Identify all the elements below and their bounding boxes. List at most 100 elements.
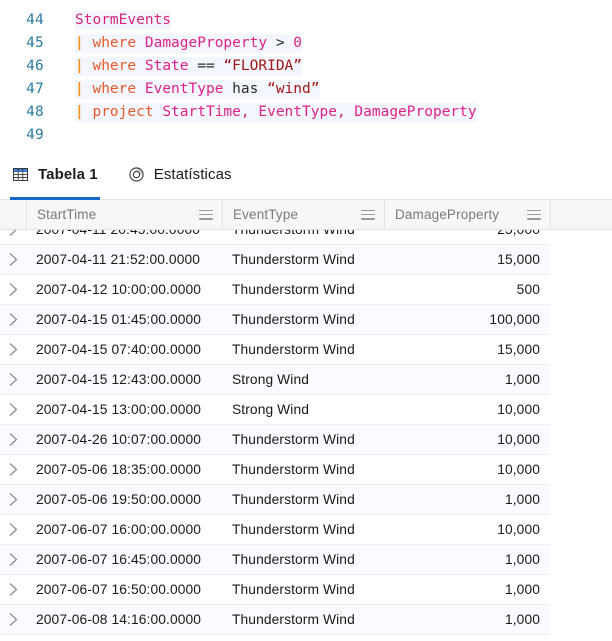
table-row[interactable]: 2007-04-11 20:45:00.0000Thunderstorm Win…	[0, 230, 550, 245]
code-token: where	[92, 58, 137, 74]
chevron-right-icon[interactable]	[0, 252, 26, 267]
chevron-right-icon[interactable]	[0, 552, 26, 567]
cell-eventtype: Thunderstorm Wind	[232, 582, 355, 597]
cell-damageproperty: 10,000	[497, 432, 540, 447]
results-tab-bar: Tabela 1 Estatísticas	[0, 150, 612, 200]
cell-damageproperty: 25,000	[384, 230, 550, 237]
grid-header-filler	[550, 200, 612, 230]
cell-eventtype: Thunderstorm Wind	[232, 552, 355, 567]
column-menu-icon[interactable]	[199, 209, 213, 221]
tab-label: Estatísticas	[153, 166, 232, 183]
chevron-right-icon[interactable]	[0, 582, 26, 597]
table-row[interactable]: 2007-05-06 19:50:00.0000 Thunderstorm Win…	[0, 485, 550, 515]
cell-eventtype: Thunderstorm Wind	[232, 492, 355, 507]
chevron-right-icon[interactable]	[0, 402, 26, 417]
cell-starttime: 2007-04-15 13:00:00.0000	[36, 402, 202, 417]
column-header-starttime[interactable]: StartTime	[26, 200, 222, 230]
cell-starttime: 2007-06-07 16:50:00.0000	[36, 582, 202, 597]
code-token: EventType	[144, 81, 224, 97]
table-row[interactable]: 2007-05-06 18:35:00.0000 Thunderstorm Win…	[0, 455, 550, 485]
table-row[interactable]: 2007-04-11 21:52:00.0000 Thunderstorm Win…	[0, 245, 550, 275]
cell-starttime: 2007-04-11 21:52:00.0000	[36, 252, 201, 267]
code-token: where	[92, 35, 137, 51]
cell-damageproperty: 15,000	[497, 252, 540, 267]
cell-starttime: 2007-04-15 07:40:00.0000	[36, 342, 202, 357]
cell-starttime: 2007-04-11 20:45:00.0000	[26, 230, 222, 237]
column-header-label: DamageProperty	[395, 207, 500, 222]
code-line[interactable]: 47 | where EventType has “wind”	[0, 78, 612, 101]
code-line[interactable]: 46 | where State == “FLORIDA”	[0, 55, 612, 78]
tab-estatisticas[interactable]: Estatísticas	[126, 150, 234, 200]
tab-tabela-1[interactable]: Tabela 1	[10, 150, 100, 200]
code-token: 0	[293, 35, 303, 51]
cell-damageproperty: 1,000	[504, 612, 540, 627]
code-token: |	[75, 58, 93, 74]
line-number: 46	[26, 58, 44, 74]
table-row[interactable]: 2007-04-12 10:00:00.0000 Thunderstorm Win…	[0, 275, 550, 305]
line-number: 48	[26, 104, 44, 120]
table-row[interactable]: 2007-04-15 12:43:00.0000 Strong Wind 1,000	[0, 365, 550, 395]
code-lines: 43 44 StormEvents 45 | where DamageProperty …	[0, 0, 612, 147]
cell-damageproperty: 10,000	[497, 522, 540, 537]
code-highlight: StormEvents	[75, 11, 172, 30]
cell-damageproperty: 15,000	[497, 342, 540, 357]
cell-damageproperty: 10,000	[497, 402, 540, 417]
table-row[interactable]: 2007-04-26 10:07:00.0000 Thunderstorm Win…	[0, 425, 550, 455]
cell-eventtype: Thunderstorm Wind	[232, 462, 355, 477]
code-token: |	[75, 81, 93, 97]
cell-eventtype: Thunderstorm Wind	[232, 312, 355, 327]
code-token: >	[275, 35, 285, 51]
cell-damageproperty: 1,000	[504, 492, 540, 507]
chevron-right-icon[interactable]	[0, 230, 26, 237]
table-row[interactable]: 2007-06-08 14:16:00.0000 Thunderstorm Win…	[0, 605, 550, 635]
code-line-text: | where EventType has “wind”	[56, 78, 612, 101]
chevron-right-icon[interactable]	[0, 612, 26, 627]
code-line[interactable]: 45 | where DamageProperty > 0	[0, 32, 612, 55]
cell-damageproperty: 1,000	[504, 372, 540, 387]
table-icon	[12, 166, 29, 183]
code-line-text: | where DamageProperty > 0	[56, 32, 612, 55]
code-line[interactable]: 48 | project StartTime, EventType, Damage…	[0, 101, 612, 124]
cell-eventtype: Strong Wind	[232, 402, 310, 417]
table-row[interactable]: 2007-04-15 07:40:00.0000 Thunderstorm Win…	[0, 335, 550, 365]
table-row[interactable]: 2007-06-07 16:00:00.0000 Thunderstorm Win…	[0, 515, 550, 545]
column-menu-icon[interactable]	[527, 209, 541, 221]
chevron-right-icon[interactable]	[0, 372, 26, 387]
chevron-right-icon[interactable]	[0, 522, 26, 537]
column-header-eventtype[interactable]: EventType	[222, 200, 384, 230]
code-token: State	[144, 58, 189, 74]
column-menu-icon[interactable]	[361, 209, 375, 221]
chevron-right-icon[interactable]	[0, 342, 26, 357]
line-number: 45	[26, 35, 44, 51]
column-header-damageproperty[interactable]: DamageProperty	[384, 200, 550, 230]
code-line[interactable]: 49	[0, 124, 612, 147]
table-row[interactable]: 2007-04-15 01:45:00.0000 Thunderstorm Win…	[0, 305, 550, 335]
column-header-label: EventType	[233, 207, 299, 222]
code-highlight: | where State == “FLORIDA”	[75, 57, 303, 76]
cell-eventtype: Thunderstorm Wind	[232, 282, 355, 297]
query-results-screen: 43 44 StormEvents 45 | where DamageProperty …	[0, 0, 612, 641]
chevron-right-icon[interactable]	[0, 282, 26, 297]
table-row[interactable]: 2007-06-07 16:45:00.0000 Thunderstorm Win…	[0, 545, 550, 575]
donut-chart-icon	[128, 166, 145, 183]
column-header-label: StartTime	[37, 207, 97, 222]
code-token: where	[92, 81, 137, 97]
kql-code-editor[interactable]: 43 44 StormEvents 45 | where DamageProperty …	[0, 0, 612, 150]
chevron-right-icon[interactable]	[0, 462, 26, 477]
chevron-right-icon[interactable]	[0, 432, 26, 447]
grid-rows-viewport[interactable]: 2007-04-11 20:45:00.0000 Thunderstorm Win…	[0, 230, 612, 641]
code-line[interactable]: 44 StormEvents	[0, 9, 612, 32]
table-row[interactable]: 2007-04-15 13:00:00.0000 Strong Wind 10,00…	[0, 395, 550, 425]
line-number: 47	[26, 81, 44, 97]
chevron-right-icon[interactable]	[0, 312, 26, 327]
code-highlight: | where EventType has “wind”	[75, 80, 320, 99]
grid-header-gutter	[0, 200, 26, 230]
chevron-right-icon[interactable]	[0, 492, 26, 507]
table-row[interactable]: 2007-06-07 16:50:00.0000 Thunderstorm Win…	[0, 575, 550, 605]
